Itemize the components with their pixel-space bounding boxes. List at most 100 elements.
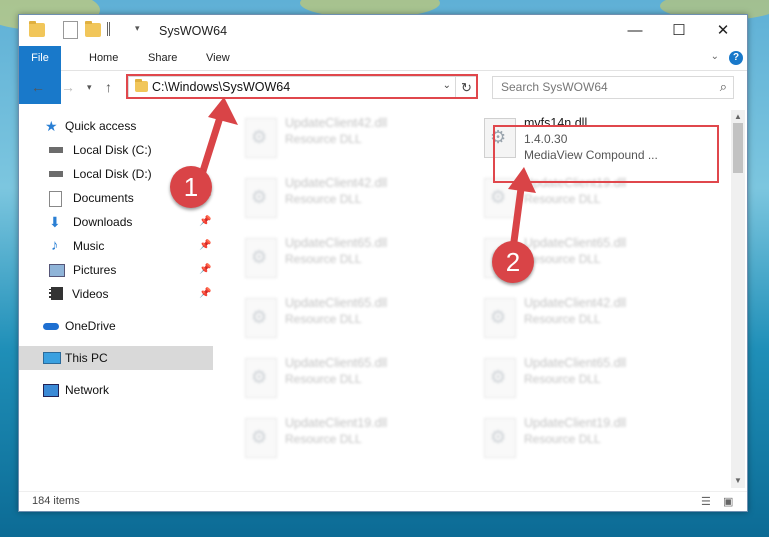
file-name: UpdateClient19.dll [524,416,627,430]
list-item[interactable]: UpdateClient19.dll Resource DLL [480,412,712,470]
videos-icon [49,287,63,300]
sidebar-item-music[interactable]: ♪ Music 📌 [19,234,213,258]
sidebar-item-pictures[interactable]: Pictures 📌 [19,258,213,282]
sidebar-item-onedrive[interactable]: OneDrive [19,314,213,338]
file-type: Resource DLL [285,252,362,266]
pictures-icon [49,264,65,277]
search-icon[interactable]: ⌕ [720,79,727,95]
scroll-up-icon[interactable]: ▲ [734,112,742,121]
back-arrow-icon[interactable]: ← [31,79,45,95]
dll-file-icon [484,298,516,338]
sidebar-item-network[interactable]: Network [19,378,213,402]
dll-file-icon [484,358,516,398]
list-item[interactable]: UpdateClient65.dll Resource DLL [241,352,473,410]
up-arrow-icon[interactable]: ↑ [105,79,112,95]
title-bar: ▾ SysWOW64 — ☐ ✕ [19,15,747,46]
folder-icon [29,21,45,37]
window-title: SysWOW64 [159,24,228,38]
scroll-down-icon[interactable]: ▼ [734,476,742,485]
vertical-scrollbar[interactable]: ▲ ▼ [731,110,745,488]
sidebar-item-downloads[interactable]: ⬇ Downloads 📌 [19,210,213,234]
search-input[interactable]: Search SysWOW64 ⌕ [492,76,734,99]
file-type: Resource DLL [285,192,362,206]
sidebar-item-label: Pictures [73,263,117,277]
drive-icon [49,171,63,177]
list-item[interactable]: UpdateClient42.dll Resource DLL [241,112,473,170]
status-bar: 184 items ☰ ▣ [19,491,747,512]
file-type: Resource DLL [285,312,362,326]
network-icon [43,384,59,397]
dll-file-icon [245,358,277,398]
sidebar-item-label: Music [73,239,105,253]
tab-view[interactable]: View [194,46,242,70]
navigation-bar: ← → ▾ ↑ C:\Windows\SysWOW64 ⌄ ↻ Search S… [19,71,747,105]
file-type: Resource DLL [285,132,362,146]
file-type: Resource DLL [524,312,601,326]
sidebar-item-label: Videos [72,287,109,301]
sidebar-item-label: Downloads [73,215,133,229]
sidebar-item-label: Documents [73,191,134,205]
file-name: UpdateClient65.dll [285,296,388,310]
address-highlight-box [126,74,478,99]
ribbon: File Home Share View ⌄ ? [19,46,747,104]
list-item[interactable]: UpdateClient42.dll Resource DLL [241,172,473,230]
sidebar-item-this-pc[interactable]: This PC [19,346,213,370]
dll-file-icon [484,418,516,458]
pin-icon[interactable]: 📌 [199,258,211,282]
sidebar-item-label: Local Disk (D:) [73,167,152,181]
file-name: UpdateClient42.dll [285,116,388,130]
sidebar-item-label: Quick access [65,119,137,133]
file-name: UpdateClient19.dll [285,416,388,430]
help-icon[interactable]: ? [729,51,743,65]
tab-share[interactable]: Share [136,46,189,70]
view-options-icon[interactable] [107,22,124,36]
dll-file-icon [245,238,277,278]
expand-ribbon-icon[interactable]: ⌄ [711,51,719,62]
onedrive-icon [43,323,59,330]
search-placeholder: Search SysWOW64 [501,80,608,94]
file-name: UpdateClient65.dll [285,356,388,370]
step2-marker: 2 [492,241,534,283]
minimize-button[interactable]: — [613,15,657,46]
list-item[interactable]: UpdateClient65.dll Resource DLL [241,292,473,350]
list-item[interactable]: UpdateClient65.dll Resource DLL [241,232,473,290]
file-type: Resource DLL [285,372,362,386]
sidebar-item-label: This PC [65,351,108,365]
file-name: UpdateClient65.dll [285,236,388,250]
recent-locations-icon[interactable]: ▾ [87,82,92,93]
star-icon: ★ [45,118,58,134]
file-type: Resource DLL [285,432,362,446]
pin-icon[interactable]: 📌 [199,234,211,258]
chevron-down-icon[interactable]: ▾ [135,23,151,37]
file-type: Resource DLL [524,432,601,446]
close-button[interactable]: ✕ [701,15,745,46]
computer-icon [43,352,61,364]
sidebar-item-videos[interactable]: Videos 📌 [19,282,213,306]
explorer-window: ▾ SysWOW64 — ☐ ✕ File Home Share View ⌄ … [18,14,748,512]
scrollbar-thumb[interactable] [733,123,743,173]
tab-home[interactable]: Home [77,46,130,70]
list-item[interactable]: UpdateClient65.dll Resource DLL [480,352,712,410]
sidebar-item-label: OneDrive [65,319,116,333]
drive-icon [49,147,63,153]
pin-icon[interactable]: 📌 [199,210,211,234]
pin-icon[interactable]: 📌 [199,282,211,306]
documents-icon [49,191,62,207]
dll-file-icon [245,418,277,458]
download-icon: ⬇ [49,214,61,230]
sidebar-item-label: Network [65,383,110,397]
list-item[interactable]: UpdateClient19.dll Resource DLL [241,412,473,470]
details-view-icon[interactable]: ☰ [701,495,711,508]
item-count: 184 items [32,495,80,507]
large-icons-view-icon[interactable]: ▣ [723,495,733,508]
list-item[interactable]: UpdateClient42.dll Resource DLL [480,292,712,350]
sidebar-item-label: Local Disk (C:) [73,143,152,157]
properties-icon[interactable] [63,21,78,39]
new-folder-icon[interactable] [85,21,101,37]
file-name: UpdateClient42.dll [285,176,388,190]
dll-file-icon [245,298,277,338]
music-icon: ♪ [51,237,59,254]
file-name: UpdateClient42.dll [524,296,627,310]
forward-arrow-icon[interactable]: → [61,79,75,95]
maximize-button[interactable]: ☐ [657,15,701,46]
